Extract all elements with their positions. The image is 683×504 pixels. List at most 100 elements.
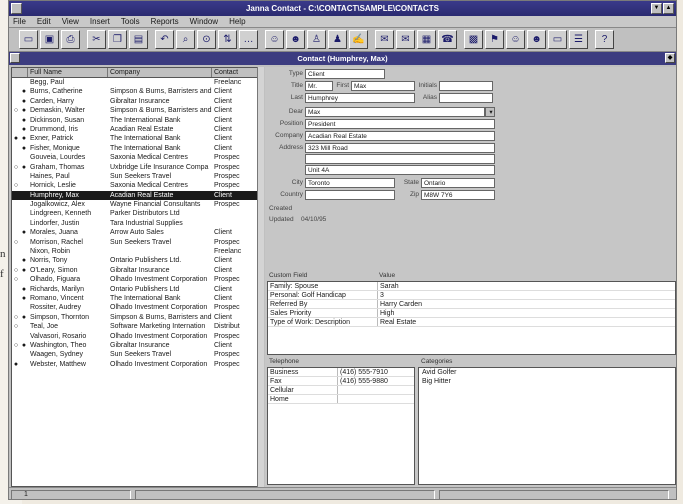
address-line2-field[interactable] [305, 154, 495, 164]
table-row[interactable]: Rossiter, Audrey Olhado Investment Corpor… [12, 303, 258, 312]
column-header-company[interactable]: Company [108, 68, 212, 77]
category-item[interactable]: Big Hitter [419, 377, 675, 386]
table-row[interactable]: ● ● Exner, Patrick The International Bank Cl… [12, 134, 258, 143]
table-row[interactable]: ○ ● Graham, Thomas Uxbridge Life Insurance … [12, 163, 258, 172]
people-icon[interactable]: ♟ [328, 30, 347, 49]
phone-icon[interactable]: ☎ [438, 30, 457, 49]
notes-icon[interactable]: … [239, 30, 258, 49]
telephone-row[interactable]: Cellular [268, 386, 414, 395]
table-row[interactable]: Haines, Paul Sun Seekers Travel Prospec [12, 172, 258, 181]
filter-icon[interactable]: ⊙ [197, 30, 216, 49]
contact-icon[interactable]: ☺ [265, 30, 284, 49]
address-line3-field[interactable]: Unit 4A [305, 165, 495, 175]
table-row[interactable]: Lindorfer, Justin Tara Industrial Supplie… [12, 219, 258, 228]
table-row[interactable]: Waagen, Sydney Sun Seekers Travel Prospec [12, 350, 258, 359]
table-row[interactable]: Begg, Paul Freelanc [12, 78, 258, 87]
custom-field-header[interactable]: Custom Field [269, 272, 307, 279]
table-row[interactable]: ○ ● Demaskin, Walter Simpson & Burns, Barri… [12, 106, 258, 115]
categories-header[interactable]: Categories [421, 358, 452, 365]
table-row[interactable]: ● Morales, Juana Arrow Auto Sales Client [12, 228, 258, 237]
print-icon[interactable]: ⎙ [61, 30, 80, 49]
telephone-row[interactable]: Fax (416) 555-9880 [268, 377, 414, 386]
person-icon[interactable]: ♙ [307, 30, 326, 49]
table-row[interactable]: ○ Teal, Joe Software Marketing Internation… [12, 322, 258, 331]
custom-field-row[interactable]: Referred By Harry Carden [268, 300, 675, 309]
country-field[interactable] [305, 190, 395, 200]
maximize-button[interactable]: ▲ [663, 3, 674, 14]
group-icon[interactable]: ☻ [286, 30, 305, 49]
write-icon[interactable]: ✍ [349, 30, 368, 49]
menu-window[interactable]: Window [190, 17, 218, 26]
table-row[interactable]: ● Drummond, Iris Acadian Real Estate Client [12, 125, 258, 134]
child-system-menu-icon[interactable] [10, 53, 20, 63]
table-row[interactable]: ● Carden, Harry Gibraltar Insurance Client [12, 97, 258, 106]
column-header-contact[interactable]: Contact [212, 68, 258, 77]
table-row[interactable]: ○ ● O'Leary, Simon Gibraltar Insurance Clien… [12, 266, 258, 275]
table-row[interactable]: ● Burns, Catherine Simpson & Burns, Barris… [12, 87, 258, 96]
cut-icon[interactable]: ✂ [87, 30, 106, 49]
list-view-icon[interactable]: ☰ [569, 30, 588, 49]
table-row[interactable]: ● Dickinson, Susan The International Bank C… [12, 116, 258, 125]
first-name-field[interactable]: Max [351, 81, 415, 91]
table-row[interactable]: ● Webster, Matthew Olhado Investment Corpo… [12, 360, 258, 369]
table-row[interactable]: ● Norris, Tony Ontario Publishers Ltd. Clie… [12, 256, 258, 265]
help-icon[interactable]: ? [595, 30, 614, 49]
city-field[interactable]: Toronto [305, 178, 395, 188]
custom-field-row[interactable]: Family: Spouse Sarah [268, 282, 675, 291]
menu-insert[interactable]: Insert [90, 17, 110, 26]
dear-field[interactable]: Max [305, 107, 485, 117]
view-contact-icon[interactable]: ☺ [506, 30, 525, 49]
child-restore-button[interactable]: ◆ [665, 53, 675, 63]
address-line1-field[interactable]: 323 Mill Road [305, 143, 495, 153]
flag-column-header[interactable] [12, 68, 28, 77]
dear-dropdown-icon[interactable]: ▾ [485, 107, 495, 117]
undo-icon[interactable]: ↶ [155, 30, 174, 49]
menu-tools[interactable]: Tools [121, 17, 140, 26]
sort-icon[interactable]: ⇅ [218, 30, 237, 49]
table-row[interactable]: Jogalkowicz, Alex Wayne Financial Consult… [12, 200, 258, 209]
menu-file[interactable]: File [13, 17, 26, 26]
column-header-full-name[interactable]: Full Name [28, 68, 108, 77]
copy-icon[interactable]: ❐ [108, 30, 127, 49]
table-row[interactable]: ○ Olhado, Figuara Olhado Investment Corpor… [12, 275, 258, 284]
initials-field[interactable] [439, 81, 493, 91]
envelope-icon[interactable]: ✉ [396, 30, 415, 49]
custom-value-header[interactable]: Value [379, 272, 395, 279]
zip-field[interactable]: M8W 7Y6 [421, 190, 495, 200]
last-name-field[interactable]: Humphrey [305, 93, 415, 103]
category-item[interactable]: Avid Golfer [419, 368, 675, 377]
custom-field-row[interactable]: Personal: Golf Handicap 3 [268, 291, 675, 300]
open-icon[interactable]: ▭ [19, 30, 38, 49]
alias-field[interactable] [439, 93, 493, 103]
title-field[interactable]: Mr. [305, 81, 333, 91]
menu-reports[interactable]: Reports [151, 17, 179, 26]
table-row[interactable]: Gouveia, Lourdes Saxonia Medical Centres P… [12, 153, 258, 162]
table-row[interactable]: ● Fisher, Monique The International Bank Cl… [12, 144, 258, 153]
telephone-row[interactable]: Business (416) 555-7910 [268, 368, 414, 377]
card-view-icon[interactable]: ▭ [548, 30, 567, 49]
position-field[interactable]: President [305, 119, 495, 129]
menu-view[interactable]: View [62, 17, 79, 26]
type-field[interactable]: Client [305, 69, 385, 79]
telephone-row[interactable]: Home [268, 395, 414, 404]
menu-edit[interactable]: Edit [37, 17, 51, 26]
custom-field-row[interactable]: Sales Priority High [268, 309, 675, 318]
menu-help[interactable]: Help [229, 17, 245, 26]
save-icon[interactable]: ▣ [40, 30, 59, 49]
table-row[interactable]: Humphrey, Max Acadian Real Estate Client [12, 190, 258, 201]
company-field[interactable]: Acadian Real Estate [305, 131, 495, 141]
table-row[interactable]: ○ Hornick, Leslie Saxonia Medical Centres P… [12, 181, 258, 190]
calendar-icon[interactable]: ▩ [464, 30, 483, 49]
table-row[interactable]: ● Romano, Vincent The International Bank Cl… [12, 294, 258, 303]
find-icon[interactable]: ⌕ [176, 30, 195, 49]
table-row[interactable]: ○ ● Washington, Theo Gibraltar Insurance Cli… [12, 341, 258, 350]
table-row[interactable]: ○ ● Simpson, Thornton Simpson & Burns, Barr… [12, 313, 258, 322]
system-menu-icon[interactable] [11, 3, 22, 14]
view-group-icon[interactable]: ☻ [527, 30, 546, 49]
fax-icon[interactable]: ▦ [417, 30, 436, 49]
table-row[interactable]: ○ Morrison, Rachel Sun Seekers Travel Prosp… [12, 238, 258, 247]
table-row[interactable]: ● Richards, Marilyn Ontario Publishers Ltd… [12, 285, 258, 294]
letter-icon[interactable]: ✉ [375, 30, 394, 49]
table-row[interactable]: Valvasori, Rosario Olhado Investment Corp… [12, 332, 258, 341]
paste-icon[interactable]: ▤ [129, 30, 148, 49]
